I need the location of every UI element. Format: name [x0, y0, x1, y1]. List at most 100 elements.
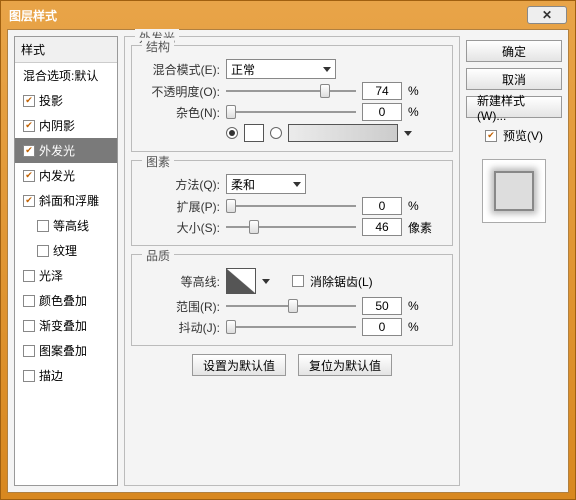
sidebar-item-label: 斜面和浮雕 [39, 192, 99, 209]
style-checkbox[interactable] [23, 345, 35, 357]
group-elements: 图素 方法(Q): 柔和 扩展(P): 0 % [131, 160, 453, 246]
opacity-slider[interactable] [226, 83, 356, 99]
preview-label: 预览(V) [503, 127, 543, 144]
pct-unit: % [408, 199, 432, 213]
right-column: 确定 取消 新建样式(W)... ✔ 预览(V) [466, 36, 562, 486]
sidebar-item-3[interactable]: ✔ 内发光 [15, 163, 117, 188]
client-area: 样式 混合选项:默认 ✔ 投影 ✔ 内阴影 ✔ 外发光 ✔ 内发光 ✔ 斜面和浮雕等高线纹理光泽颜… [7, 29, 569, 493]
blend-mode-label: 混合模式(E): [142, 61, 220, 78]
group-quality: 品质 等高线: 消除锯齿(L) 范围(R): 50 % [131, 254, 453, 346]
sidebar-item-label: 外发光 [39, 142, 75, 159]
preview-checkbox[interactable]: ✔ [485, 130, 497, 142]
group-quality-title: 品质 [142, 247, 174, 264]
technique-select[interactable]: 柔和 [226, 174, 306, 194]
style-checkbox[interactable]: ✔ [23, 145, 35, 157]
jitter-value[interactable]: 0 [362, 318, 402, 336]
sidebar-item-6[interactable]: 纹理 [15, 238, 117, 263]
center-panel: 外发光 结构 混合模式(E): 正常 不透明度(O): 74 [124, 36, 460, 486]
close-button[interactable]: ✕ [527, 6, 567, 24]
group-structure: 结构 混合模式(E): 正常 不透明度(O): 74 % [131, 45, 453, 152]
px-unit: 像素 [408, 219, 432, 236]
range-value[interactable]: 50 [362, 297, 402, 315]
style-checkbox[interactable]: ✔ [23, 95, 35, 107]
antialias-checkbox[interactable] [292, 275, 304, 287]
opacity-label: 不透明度(O): [142, 83, 220, 100]
new-style-button[interactable]: 新建样式(W)... [466, 96, 562, 118]
sidebar-item-label: 纹理 [53, 242, 77, 259]
sidebar-item-label: 描边 [39, 367, 63, 384]
sidebar-item-label: 投影 [39, 92, 63, 109]
sidebar-item-2[interactable]: ✔ 外发光 [15, 138, 117, 163]
sidebar-item-label: 图案叠加 [39, 342, 87, 359]
antialias-label: 消除锯齿(L) [310, 273, 373, 290]
ok-button[interactable]: 确定 [466, 40, 562, 62]
technique-value: 柔和 [231, 176, 255, 193]
style-checkbox[interactable]: ✔ [23, 170, 35, 182]
style-checkbox[interactable] [23, 370, 35, 382]
style-checkbox[interactable] [37, 220, 49, 232]
dialog-window: 图层样式 ✕ 样式 混合选项:默认 ✔ 投影 ✔ 内阴影 ✔ 外发光 ✔ 内发光 ✔ 斜面和浮雕等… [0, 0, 576, 500]
sidebar-item-5[interactable]: 等高线 [15, 213, 117, 238]
chevron-down-icon[interactable] [262, 279, 270, 284]
sidebar-item-8[interactable]: 颜色叠加 [15, 288, 117, 313]
size-label: 大小(S): [142, 219, 220, 236]
sidebar-item-label: 内发光 [39, 167, 75, 184]
style-checkbox[interactable] [37, 245, 49, 257]
window-title: 图层样式 [9, 7, 57, 24]
sidebar-item-label: 渐变叠加 [39, 317, 87, 334]
preview-thumbnail [482, 159, 546, 223]
size-slider[interactable] [226, 219, 356, 235]
spread-label: 扩展(P): [142, 198, 220, 215]
range-slider[interactable] [226, 298, 356, 314]
technique-label: 方法(Q): [142, 176, 220, 193]
blend-options-row[interactable]: 混合选项:默认 [15, 63, 117, 88]
close-icon: ✕ [542, 8, 552, 22]
sidebar-header: 样式 [15, 37, 117, 63]
pct-unit: % [408, 299, 432, 313]
size-value[interactable]: 46 [362, 218, 402, 236]
range-label: 范围(R): [142, 298, 220, 315]
spread-slider[interactable] [226, 198, 356, 214]
reset-default-button[interactable]: 复位为默认值 [298, 354, 392, 376]
noise-value[interactable]: 0 [362, 103, 402, 121]
color-swatch[interactable] [244, 124, 264, 142]
chevron-down-icon[interactable] [404, 131, 412, 136]
jitter-label: 抖动(J): [142, 319, 220, 336]
style-checkbox[interactable] [23, 295, 35, 307]
blend-mode-select[interactable]: 正常 [226, 59, 336, 79]
styles-sidebar: 样式 混合选项:默认 ✔ 投影 ✔ 内阴影 ✔ 外发光 ✔ 内发光 ✔ 斜面和浮雕等高线纹理光泽颜… [14, 36, 118, 486]
sidebar-item-9[interactable]: 渐变叠加 [15, 313, 117, 338]
sidebar-item-7[interactable]: 光泽 [15, 263, 117, 288]
sidebar-item-4[interactable]: ✔ 斜面和浮雕 [15, 188, 117, 213]
color-gradient-radio[interactable] [270, 127, 282, 139]
set-default-button[interactable]: 设置为默认值 [192, 354, 286, 376]
style-checkbox[interactable]: ✔ [23, 120, 35, 132]
pct-unit: % [408, 320, 432, 334]
contour-picker[interactable] [226, 268, 256, 294]
group-elements-title: 图素 [142, 153, 174, 170]
sidebar-item-label: 内阴影 [39, 117, 75, 134]
spread-value[interactable]: 0 [362, 197, 402, 215]
style-checkbox[interactable] [23, 320, 35, 332]
color-solid-radio[interactable] [226, 127, 238, 139]
opacity-value[interactable]: 74 [362, 82, 402, 100]
pct-unit: % [408, 105, 432, 119]
jitter-slider[interactable] [226, 319, 356, 335]
blend-options-label: 混合选项:默认 [23, 67, 98, 84]
chevron-down-icon [323, 67, 331, 72]
sidebar-item-0[interactable]: ✔ 投影 [15, 88, 117, 113]
contour-label: 等高线: [142, 273, 220, 290]
sidebar-item-1[interactable]: ✔ 内阴影 [15, 113, 117, 138]
chevron-down-icon [293, 182, 301, 187]
style-checkbox[interactable] [23, 270, 35, 282]
sidebar-item-label: 颜色叠加 [39, 292, 87, 309]
style-checkbox[interactable]: ✔ [23, 195, 35, 207]
group-structure-title: 结构 [142, 38, 174, 55]
gradient-picker[interactable] [288, 124, 398, 142]
noise-label: 杂色(N): [142, 104, 220, 121]
sidebar-item-label: 光泽 [39, 267, 63, 284]
cancel-button[interactable]: 取消 [466, 68, 562, 90]
sidebar-item-11[interactable]: 描边 [15, 363, 117, 388]
noise-slider[interactable] [226, 104, 356, 120]
sidebar-item-10[interactable]: 图案叠加 [15, 338, 117, 363]
